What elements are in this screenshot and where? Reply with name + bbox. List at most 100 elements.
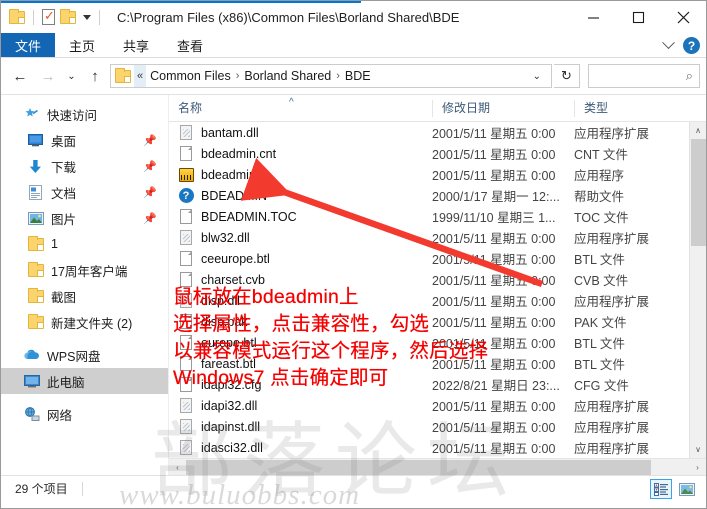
sidebar-item-anniversary-client[interactable]: 17周年客户端 — [1, 257, 168, 283]
horizontal-scrollbar[interactable]: ‹ › — [169, 458, 706, 475]
sidebar-group-quick-access[interactable]: 快速访问 — [1, 101, 168, 127]
tab-home[interactable]: 主页 — [55, 33, 109, 57]
sidebar-item-this-pc[interactable]: 此电脑 — [1, 368, 168, 394]
doc-icon — [178, 272, 194, 288]
table-row[interactable]: BDEADMIN.TOC 1999/11/10 星期三 1... TOC 文件 — [169, 206, 706, 227]
status-divider — [81, 481, 83, 496]
table-row[interactable]: disp.dll 2001/5/11 星期五 0:00 应用程序扩展 — [169, 290, 706, 311]
file-name: bdeadmin — [201, 167, 256, 182]
help-icon[interactable]: ? — [683, 37, 700, 54]
table-row[interactable]: blw32.dll 2001/5/11 星期五 0:00 应用程序扩展 — [169, 227, 706, 248]
file-date: 2001/5/11 星期五 0:00 — [432, 148, 556, 162]
breadcrumb-item-borland-shared[interactable]: Borland Shared — [240, 69, 335, 83]
table-row[interactable]: idapi32.dll 2001/5/11 星期五 0:00 应用程序扩展 — [169, 395, 706, 416]
sidebar-item-documents[interactable]: 文档 📌 — [1, 179, 168, 205]
sidebar-label-quick-access: 快速访问 — [47, 108, 98, 123]
tab-file[interactable]: 文件 — [1, 33, 56, 57]
breadcrumb-item-common-files[interactable]: Common Files — [146, 69, 235, 83]
column-header-date[interactable]: 修改日期 — [432, 99, 574, 117]
back-button[interactable]: ← — [7, 63, 33, 89]
file-list[interactable]: bantam.dll 2001/5/11 星期五 0:00 应用程序扩展 bdeadm… — [169, 122, 706, 458]
breadcrumb-overflow[interactable]: « — [134, 65, 147, 87]
tab-share[interactable]: 共享 — [109, 33, 163, 57]
sidebar-item-desktop[interactable]: 桌面 📌 — [1, 127, 168, 153]
pin-icon[interactable]: 📌 — [143, 134, 157, 147]
refresh-button[interactable]: ↻ — [554, 64, 580, 88]
table-row[interactable]: bantam.dll 2001/5/11 星期五 0:00 应用程序扩展 — [169, 122, 706, 143]
recent-locations-button[interactable]: ⌄ — [63, 63, 80, 89]
file-date: 2001/5/11 星期五 0:00 — [432, 421, 556, 435]
sidebar-item-pictures[interactable]: 图片 📌 — [1, 205, 168, 231]
details-view-button[interactable] — [650, 479, 672, 499]
search-icon[interactable]: ⌕ — [686, 68, 693, 84]
breadcrumb-dropdown-icon[interactable]: ⌄ — [525, 71, 549, 82]
minimize-button[interactable] — [571, 1, 616, 33]
pin-icon[interactable]: 📌 — [143, 212, 157, 225]
sidebar-label-documents: 文档 — [51, 186, 77, 201]
sidebar-label-1: 1 — [51, 237, 58, 251]
this-pc-icon — [23, 373, 40, 390]
file-type: 应用程序扩展 — [574, 400, 650, 414]
explorer-body: 快速访问 桌面 📌 下载 📌 文档 📌 图片 📌 1 17周年客户端 截图 新建… — [1, 94, 706, 475]
sidebar-item-downloads[interactable]: 下载 📌 — [1, 153, 168, 179]
file-type: BTL 文件 — [574, 253, 625, 267]
table-row[interactable]: fareast.btl 2001/5/11 星期五 0:00 BTL 文件 — [169, 353, 706, 374]
chevron-down-icon[interactable] — [662, 36, 675, 50]
table-row[interactable]: ? BDEADMIN 2000/1/17 星期一 12:... 帮助文件 — [169, 185, 706, 206]
scroll-down-button[interactable]: ∨ — [690, 441, 706, 458]
sidebar-item-screenshots[interactable]: 截图 — [1, 283, 168, 309]
dll-icon — [178, 398, 194, 414]
horizontal-scroll-thumb[interactable] — [186, 460, 651, 475]
breadcrumb[interactable]: « Common Files › Borland Shared › BDE ⌄ — [110, 64, 552, 88]
tab-view[interactable]: 查看 — [163, 33, 217, 57]
accent-bar — [1, 1, 361, 3]
download-icon — [27, 158, 44, 175]
file-type: CFG 文件 — [574, 379, 629, 393]
folder-icon — [27, 313, 44, 331]
table-row[interactable]: bdeadmin.cnt 2001/5/11 星期五 0:00 CNT 文件 — [169, 143, 706, 164]
column-header-type[interactable]: 类型 — [574, 99, 684, 117]
scroll-left-button[interactable]: ‹ — [169, 463, 186, 472]
dll-icon — [178, 293, 194, 309]
window-title-path: C:\Program Files (x86)\Common Files\Borl… — [117, 9, 460, 25]
ribbon-right-controls: ? — [662, 33, 700, 58]
new-folder-icon[interactable] — [60, 8, 76, 24]
sidebar-item-new-folder-2[interactable]: 新建文件夹 (2) — [1, 309, 168, 335]
file-type: 应用程序扩展 — [574, 295, 650, 309]
vertical-scroll-thumb[interactable] — [691, 139, 706, 246]
table-row[interactable]: idapinst.dll 2001/5/11 星期五 0:00 应用程序扩展 — [169, 416, 706, 437]
column-header-name[interactable]: 名称 — [169, 100, 432, 117]
sidebar-item-network[interactable]: 网络 — [1, 401, 168, 427]
sidebar-item-wps-cloud[interactable]: WPS网盘 — [1, 342, 168, 368]
maximize-button[interactable] — [616, 1, 661, 33]
pin-icon[interactable]: 📌 — [143, 186, 157, 199]
title-bar: C:\Program Files (x86)\Common Files\Borl… — [1, 1, 706, 33]
pin-icon[interactable]: 📌 — [143, 160, 157, 173]
file-type: 应用程序扩展 — [574, 127, 650, 141]
file-name: charset.cvb — [201, 272, 265, 287]
sidebar-item-1[interactable]: 1 — [1, 231, 168, 257]
table-row[interactable]: disp.pak 2001/5/11 星期五 0:00 PAK 文件 — [169, 311, 706, 332]
scroll-right-button[interactable]: › — [689, 463, 706, 472]
sort-ascending-icon: ^ — [289, 97, 294, 108]
table-row[interactable]: europe.btl 2001/5/11 星期五 0:00 BTL 文件 — [169, 332, 706, 353]
file-type: BTL 文件 — [574, 337, 625, 351]
vertical-scrollbar[interactable]: ∧ ∨ — [689, 122, 706, 458]
chevron-down-icon[interactable] — [83, 14, 91, 20]
scroll-up-button[interactable]: ∧ — [690, 122, 706, 139]
table-row[interactable]: ceeurope.btl 2001/5/11 星期五 0:00 BTL 文件 — [169, 248, 706, 269]
search-box[interactable]: ⌕ — [588, 64, 700, 88]
table-row[interactable]: idapi32.cfg 2022/8/21 星期日 23:... CFG 文件 — [169, 374, 706, 395]
file-type: BTL 文件 — [574, 358, 625, 372]
table-row[interactable]: charset.cvb 2001/5/11 星期五 0:00 CVB 文件 — [169, 269, 706, 290]
search-input[interactable] — [595, 69, 686, 83]
breadcrumb-item-bde[interactable]: BDE — [341, 69, 375, 83]
up-button[interactable]: ↑ — [82, 63, 108, 89]
forward-button[interactable]: → — [35, 63, 61, 89]
table-row[interactable]: bdeadmin 2001/5/11 星期五 0:00 应用程序 — [169, 164, 706, 185]
large-icons-view-button[interactable] — [676, 479, 698, 499]
table-row[interactable]: idasci32.dll 2001/5/11 星期五 0:00 应用程序扩展 — [169, 437, 706, 458]
properties-icon[interactable] — [42, 8, 55, 25]
folder-icon[interactable] — [9, 8, 25, 24]
close-button[interactable] — [661, 1, 706, 33]
